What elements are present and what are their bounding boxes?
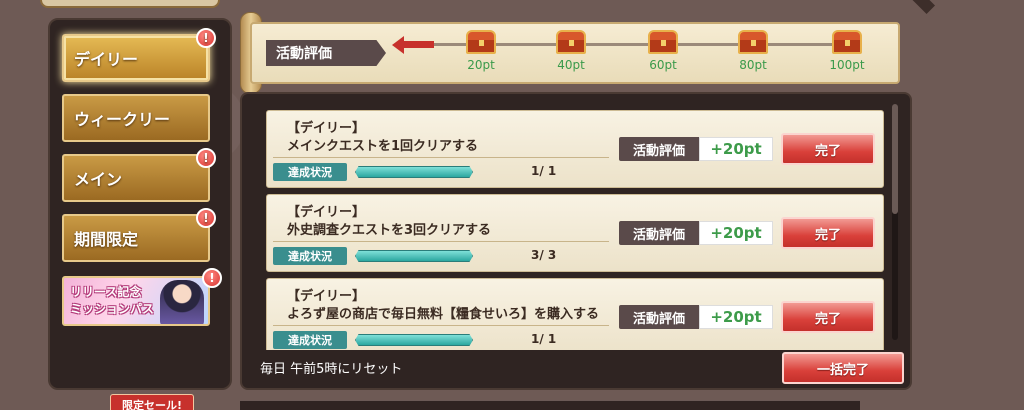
mission-row: 【デイリー】 外史調査クエストを3回クリアする 達成状況 3/ 3 活動評価 +…	[266, 194, 884, 272]
mission-row: 【デイリー】 よろず屋の商店で毎日無料【糧食せいろ】を購入する 達成状況 1/ …	[266, 278, 884, 350]
reward-value: +20pt	[699, 305, 773, 329]
sidebar-item-label: メイン	[74, 170, 123, 189]
top-right-decoration	[910, 0, 936, 15]
status-label: 達成状況	[273, 247, 347, 265]
mission-title: よろず屋の商店で毎日無料【糧食せいろ】を購入する	[287, 307, 600, 322]
status-label: 達成状況	[273, 163, 347, 181]
alert-badge-icon: !	[202, 268, 222, 288]
reward-value: +20pt	[699, 221, 773, 245]
reward-label: 活動評価	[619, 221, 699, 245]
progress-arrow-icon	[392, 36, 404, 54]
complete-button[interactable]: 完了	[781, 301, 875, 333]
mission-count: 1/ 1	[531, 164, 557, 178]
mission-panel: 【デイリー】 メインクエストを1回クリアする 達成状況 1/ 1 活動評価 +2…	[240, 92, 912, 390]
alert-badge-icon: !	[196, 148, 216, 168]
sidebar-item-label: デイリー	[74, 50, 139, 69]
complete-all-button[interactable]: 一括完了	[782, 352, 904, 384]
pass-banner-line2: ミッションパス	[70, 302, 155, 316]
sidebar-item-limited[interactable]: 期間限定 !	[62, 208, 216, 262]
mission-category: 【デイリー】	[287, 121, 366, 136]
pass-banner-text: リリース記念 ミッションパス	[70, 284, 170, 318]
milestone-label: 100pt	[829, 58, 865, 72]
treasure-chest-icon	[556, 30, 586, 54]
divider	[273, 325, 609, 326]
milestone-60[interactable]: 60pt	[638, 30, 688, 72]
milestone-80[interactable]: 80pt	[728, 30, 778, 72]
reset-notice: 毎日 午前5時にリセット	[260, 362, 403, 377]
treasure-chest-icon	[648, 30, 678, 54]
bottom-menu-strip	[240, 400, 860, 410]
mission-list[interactable]: 【デイリー】 メインクエストを1回クリアする 達成状況 1/ 1 活動評価 +2…	[266, 110, 886, 350]
milestone-40[interactable]: 40pt	[546, 30, 596, 72]
mission-progress-bar	[355, 166, 473, 178]
mission-title: 外史調査クエストを3回クリアする	[287, 223, 492, 238]
mission-pass-banner[interactable]: リリース記念 ミッションパス	[62, 276, 210, 326]
mission-row: 【デイリー】 メインクエストを1回クリアする 達成状況 1/ 1 活動評価 +2…	[266, 110, 884, 188]
top-decoration	[40, 0, 220, 8]
milestone-20[interactable]: 20pt	[456, 30, 506, 72]
alert-badge-icon: !	[196, 208, 216, 228]
mission-progress-bar	[355, 250, 473, 262]
pass-banner-line1: リリース記念	[70, 285, 142, 299]
mission-count: 3/ 3	[531, 248, 557, 262]
sidebar-item-label: ウィークリー	[74, 110, 171, 129]
limited-sale-tab[interactable]: 限定セール!	[110, 394, 194, 410]
sidebar-item-main[interactable]: メイン !	[62, 148, 216, 202]
status-label: 達成状況	[273, 331, 347, 349]
sidebar-item-label: 期間限定	[74, 230, 139, 249]
reward-label: 活動評価	[619, 305, 699, 329]
activity-progress-banner: 活動評価 20pt 40pt 60pt 80pt 100pt	[250, 22, 900, 84]
complete-button[interactable]: 完了	[781, 133, 875, 165]
mission-category: 【デイリー】	[287, 205, 366, 220]
treasure-chest-icon	[738, 30, 768, 54]
scrollbar-thumb[interactable]	[892, 104, 898, 214]
treasure-chest-icon	[466, 30, 496, 54]
complete-button[interactable]: 完了	[781, 217, 875, 249]
sidebar-item-daily[interactable]: デイリー !	[62, 28, 216, 82]
milestone-label: 60pt	[649, 58, 677, 72]
divider	[273, 157, 609, 158]
mission-count: 1/ 1	[531, 332, 557, 346]
treasure-chest-icon	[832, 30, 862, 54]
progress-label: 活動評価	[266, 40, 386, 66]
milestone-100[interactable]: 100pt	[822, 30, 872, 72]
divider	[273, 241, 609, 242]
reward-value: +20pt	[699, 137, 773, 161]
alert-badge-icon: !	[196, 28, 216, 48]
mission-category: 【デイリー】	[287, 289, 366, 304]
mission-progress-bar	[355, 334, 473, 346]
character-portrait	[160, 280, 204, 324]
mission-category-sidebar: デイリー ! ウィークリー メイン ! 期間限定 ! リリース記念 ミッションパ…	[48, 18, 232, 390]
milestone-label: 20pt	[467, 58, 495, 72]
milestone-label: 80pt	[739, 58, 767, 72]
mission-title: メインクエストを1回クリアする	[287, 139, 479, 154]
milestone-label: 40pt	[557, 58, 585, 72]
sidebar-item-weekly[interactable]: ウィークリー	[62, 94, 210, 142]
reward-label: 活動評価	[619, 137, 699, 161]
